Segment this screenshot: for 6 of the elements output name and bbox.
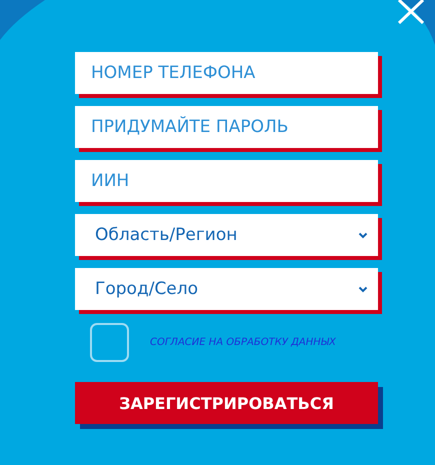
register-button[interactable]: ЗАРЕГИСТРИРОВАТЬСЯ — [75, 382, 378, 424]
consent-label: СОГЛАСИЕ НА ОБРАБОТКУ ДАННЫХ — [150, 336, 336, 348]
chevron-down-icon — [358, 286, 368, 292]
chevron-down-icon — [358, 232, 368, 238]
close-button[interactable] — [396, 0, 426, 24]
checkbox[interactable] — [90, 322, 129, 362]
